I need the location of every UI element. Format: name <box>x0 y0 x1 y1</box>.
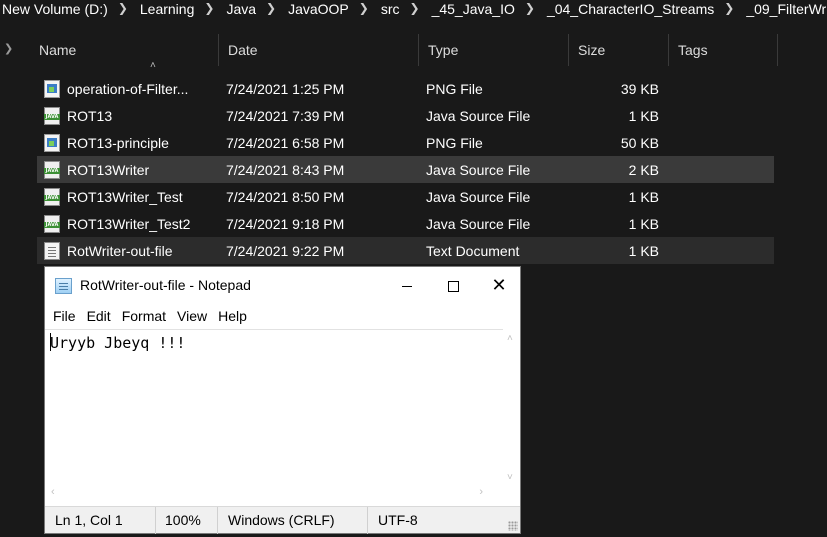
column-type[interactable]: Type <box>419 34 569 66</box>
file-row[interactable]: ROT13 7/24/2021 7:39 PM Java Source File… <box>37 102 774 129</box>
file-date: 7/24/2021 1:25 PM <box>226 80 345 97</box>
column-date[interactable]: Date <box>219 34 419 66</box>
breadcrumb-item[interactable]: Learning <box>132 1 201 17</box>
file-size: 2 KB <box>628 161 659 178</box>
file-type: Text Document <box>426 242 520 259</box>
status-zoom: 100% <box>165 512 201 528</box>
file-name: ROT13 <box>67 107 113 124</box>
file-size: 1 KB <box>628 107 659 124</box>
file-date: 7/24/2021 8:50 PM <box>226 188 345 205</box>
file-date: 7/24/2021 9:18 PM <box>226 215 345 232</box>
breadcrumb: New Volume (D:) ❯ Learning ❯ Java ❯ Java… <box>0 0 827 17</box>
chevron-right-icon: ❯ <box>117 0 128 15</box>
chevron-right-icon: ❯ <box>524 0 535 15</box>
file-date: 7/24/2021 7:39 PM <box>226 107 345 124</box>
file-row[interactable]: operation-of-Filter... 7/24/2021 1:25 PM… <box>37 75 774 102</box>
chevron-right-icon: ❯ <box>358 0 369 15</box>
png-file-icon <box>44 79 60 98</box>
java-file-icon <box>44 106 60 125</box>
file-name: RotWriter-out-file <box>67 242 173 259</box>
close-button[interactable]: ✕ <box>476 267 522 305</box>
breadcrumb-item[interactable]: _45_Java_IO <box>424 1 521 17</box>
breadcrumb-item[interactable]: JavaOOP <box>280 1 355 17</box>
text-editor[interactable]: Uryyb Jbeyq !!! <box>45 329 503 485</box>
file-type: PNG File <box>426 80 483 97</box>
file-row[interactable]: ROT13Writer_Test 7/24/2021 8:50 PM Java … <box>37 183 774 210</box>
file-name: operation-of-Filter... <box>67 80 189 97</box>
file-name: ROT13Writer_Test <box>67 188 183 205</box>
file-name: ROT13Writer <box>67 161 150 178</box>
file-date: 7/24/2021 6:58 PM <box>226 134 345 151</box>
maximize-button[interactable] <box>430 267 476 305</box>
horizontal-scrollbar[interactable]: ‹ › <box>45 485 503 502</box>
status-bar: Ln 1, Col 1 100% Windows (CRLF) UTF-8 <box>45 506 520 534</box>
menu-file[interactable]: File <box>48 305 82 329</box>
status-divider <box>217 507 218 534</box>
chevron-right-icon: ❯ <box>724 0 735 15</box>
status-position: Ln 1, Col 1 <box>55 512 123 528</box>
resize-grip-icon[interactable] <box>508 521 518 531</box>
file-type: Java Source File <box>426 161 531 178</box>
file-size: 1 KB <box>628 242 659 259</box>
maximize-icon <box>447 280 459 292</box>
column-tags[interactable]: Tags <box>669 34 778 66</box>
minimize-button[interactable] <box>384 267 430 305</box>
file-size: 50 KB <box>620 134 659 151</box>
text-caret <box>50 333 51 351</box>
breadcrumb-item[interactable]: src <box>373 1 406 17</box>
file-name: ROT13-principle <box>67 134 169 151</box>
status-divider <box>367 507 368 534</box>
chevron-right-icon: ❯ <box>409 0 420 15</box>
status-encoding: UTF-8 <box>378 512 418 528</box>
file-type: PNG File <box>426 134 483 151</box>
scroll-up-icon[interactable]: ˄ <box>507 333 513 344</box>
menu-help[interactable]: Help <box>213 305 253 329</box>
column-size[interactable]: Size <box>569 34 669 66</box>
vertical-scrollbar[interactable]: ˄ ˅ <box>503 329 520 485</box>
column-name[interactable]: Name <box>30 34 219 66</box>
file-size: 1 KB <box>628 215 659 232</box>
file-type: Java Source File <box>426 188 531 205</box>
scroll-left-icon[interactable]: ‹ <box>51 486 55 498</box>
file-type: Java Source File <box>426 215 531 232</box>
status-divider <box>155 507 156 534</box>
text-file-icon <box>44 241 60 260</box>
file-name: ROT13Writer_Test2 <box>67 215 191 232</box>
file-row-selected[interactable]: ROT13Writer 7/24/2021 8:43 PM Java Sourc… <box>37 156 774 183</box>
breadcrumb-item[interactable]: Java <box>218 1 262 17</box>
status-line-endings: Windows (CRLF) <box>228 512 335 528</box>
scroll-right-icon[interactable]: › <box>479 486 483 498</box>
file-row[interactable]: ROT13Writer_Test2 7/24/2021 9:18 PM Java… <box>37 210 774 237</box>
png-file-icon <box>44 133 60 152</box>
minimize-icon <box>402 285 412 287</box>
menu-view[interactable]: View <box>172 305 213 329</box>
column-header: ˄ Name Date Type Size Tags <box>30 34 790 71</box>
menu-edit[interactable]: Edit <box>82 305 117 329</box>
notepad-window: RotWriter-out-file - Notepad ✕ File Edit… <box>44 266 521 534</box>
chevron-right-icon: ❯ <box>266 0 277 15</box>
file-row[interactable]: RotWriter-out-file 7/24/2021 9:22 PM Tex… <box>37 237 774 264</box>
java-file-icon <box>44 187 60 206</box>
notepad-icon <box>55 278 72 294</box>
file-size: 1 KB <box>628 188 659 205</box>
breadcrumb-item-current[interactable]: _09_FilterWriter <box>738 1 827 17</box>
file-date: 7/24/2021 9:22 PM <box>226 242 345 259</box>
file-type: Java Source File <box>426 107 531 124</box>
close-icon: ✕ <box>491 275 507 296</box>
java-file-icon <box>44 214 60 233</box>
collapse-arrow-icon[interactable]: ❯ <box>4 42 16 55</box>
menu-format[interactable]: Format <box>117 305 172 329</box>
breadcrumb-item[interactable]: _04_CharacterIO_Streams <box>539 1 720 17</box>
window-title: RotWriter-out-file - Notepad <box>80 277 251 293</box>
notepad-title-bar[interactable]: RotWriter-out-file - Notepad ✕ <box>45 267 520 305</box>
file-size: 39 KB <box>620 80 659 97</box>
menu-bar: File Edit Format View Help <box>45 305 520 329</box>
java-file-icon <box>44 160 60 179</box>
scroll-down-icon[interactable]: ˅ <box>507 472 513 483</box>
chevron-right-icon: ❯ <box>204 0 215 15</box>
file-date: 7/24/2021 8:43 PM <box>226 161 345 178</box>
breadcrumb-item[interactable]: New Volume (D:) <box>0 1 114 17</box>
file-row[interactable]: ROT13-principle 7/24/2021 6:58 PM PNG Fi… <box>37 129 774 156</box>
